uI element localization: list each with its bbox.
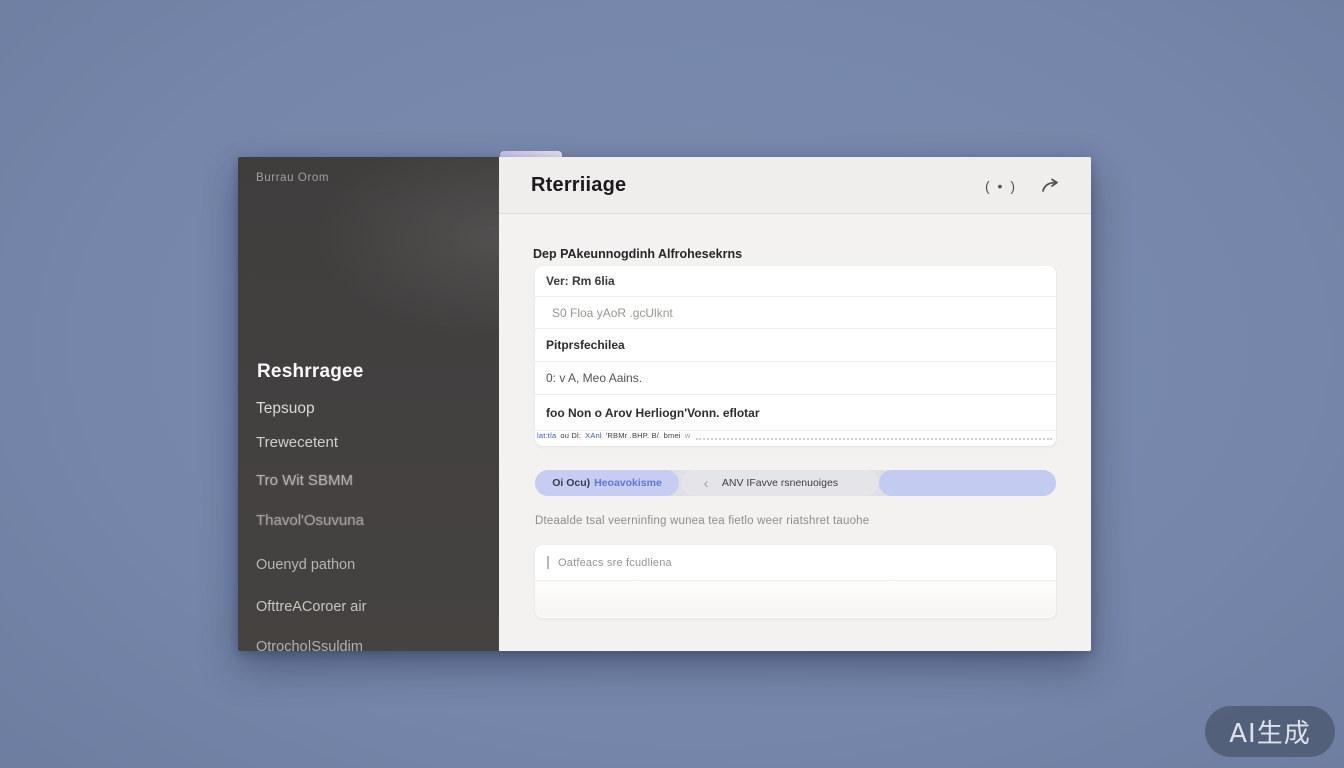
watermark-label: AI生成	[1229, 713, 1310, 750]
text-cursor-icon	[547, 556, 549, 569]
page-title: Rterriiage	[531, 174, 626, 197]
list-item[interactable]: foo Non o Arov Herliogn'Vonn. eflotar	[535, 395, 1056, 431]
chevron-left-icon[interactable]: ‹	[693, 470, 719, 496]
ai-generated-watermark-badge: AI生成	[1205, 706, 1335, 757]
footnote-links-line: lat:tla ou Dl: XAnl 'RBMr .BHP. B/. bmei…	[535, 431, 1056, 445]
text-input[interactable]: Oatfeacs sre fcudliena	[535, 545, 1056, 581]
segment-left-label: Oi Ocu)	[552, 477, 590, 489]
segment-right[interactable]	[879, 470, 1056, 496]
sidebar-section-label: Burrau Orom	[256, 172, 329, 184]
input-placeholder: Oatfeacs sre fcudliena	[558, 557, 672, 569]
footnote-link[interactable]: lat:tla	[537, 431, 556, 440]
footnote-text: ou Dl:	[560, 431, 581, 440]
record-icon[interactable]: ( • )	[985, 178, 1017, 194]
share-arrow-icon[interactable]	[1041, 178, 1061, 194]
footnote-link[interactable]: XAnl	[585, 431, 602, 440]
desktop-background: Burrau Orom Reshrragee Tepsuop Trewecete…	[0, 0, 1344, 768]
input-empty-row[interactable]	[535, 581, 1056, 617]
sidebar-item-reshrragee[interactable]: Reshrragee	[257, 361, 364, 383]
list-item[interactable]: Ver: Rm 6lia	[535, 266, 1056, 297]
settings-list-card: Ver: Rm 6lia S0 Floa yAoR .gcUlknt Pitpr…	[535, 266, 1056, 446]
sidebar-item-thavol[interactable]: Thavol'Osuvuna	[256, 512, 364, 529]
sidebar-item-trewecetent[interactable]: Trewecetent	[256, 434, 338, 451]
sidebar-item-tro-wit[interactable]: Tro Wit SBMM	[256, 472, 353, 489]
sidebar: Burrau Orom Reshrragee Tepsuop Trewecete…	[238, 157, 499, 651]
sidebar-item-ouenyd[interactable]: Ouenyd pathon	[256, 557, 355, 573]
header-icons: ( • )	[985, 157, 1061, 214]
list-item[interactable]: Pitprsfechilea	[535, 329, 1056, 362]
description-text: Dteaalde tsal veerninfing wunea tea fiet…	[535, 515, 869, 527]
app-window: Burrau Orom Reshrragee Tepsuop Trewecete…	[238, 157, 1091, 651]
content-header: Rterriiage ( • )	[499, 157, 1091, 214]
segment-left-sublabel: Heoavokisme	[594, 477, 662, 489]
list-item[interactable]: S0 Floa yAoR .gcUlknt	[535, 297, 1056, 329]
sidebar-item-tepsuop[interactable]: Tepsuop	[256, 400, 315, 418]
list-item[interactable]: 0: v A, Meo Aains.	[535, 362, 1056, 395]
sidebar-item-ofttre[interactable]: OfttreACoroer air	[256, 599, 366, 615]
segment-left-selected[interactable]: Oi Ocu) Heoavokisme	[535, 470, 679, 496]
footnote-text: w	[685, 431, 691, 440]
content-pane: Rterriiage ( • ) Dep PAkeunnogdinh Alfro…	[499, 157, 1091, 651]
sidebar-item-otrocho[interactable]: Otrocho|Ssuldim	[256, 639, 363, 651]
footnote-text: 'RBMr .BHP. B/. bmei	[606, 431, 681, 440]
footnote-faded-text	[696, 435, 1052, 440]
segmented-control: ANV IFavve rsnenuoiges Oi Ocu) Heoavokis…	[535, 470, 1056, 496]
section-label: Dep PAkeunnogdinh Alfrohesekrns	[533, 247, 742, 261]
segment-middle-label: ANV IFavve rsnenuoiges	[722, 477, 838, 489]
input-card: Oatfeacs sre fcudliena	[535, 545, 1056, 618]
